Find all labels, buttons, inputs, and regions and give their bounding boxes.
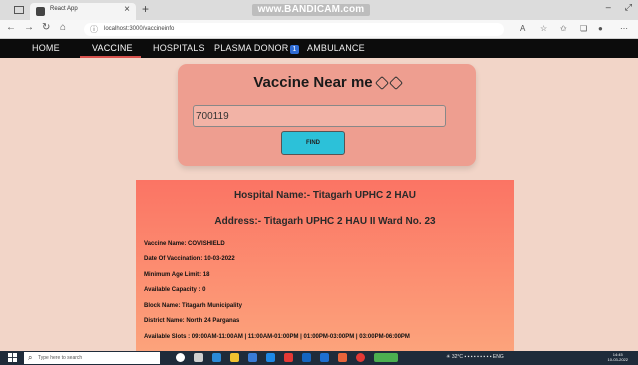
syringe-icon — [374, 75, 389, 91]
app-navbar: HOME VACCINE HOSPITALS PLASMA DONOR 1 AMB… — [0, 39, 638, 58]
browser-tab-bar: React App × + www.BANDICAM.com – ⤢ — [0, 0, 638, 20]
url-input[interactable]: ⓘ localhost:3000/vaccineinfo — [84, 23, 504, 36]
site-info-icon[interactable]: ⓘ — [90, 24, 98, 35]
nav-home[interactable]: HOME — [32, 43, 60, 53]
hospital-name: Hospital Name:- Titagarh UPHC 2 HAU — [233, 190, 417, 201]
search-title: Vaccine Near me — [253, 74, 373, 91]
search-heading: Vaccine Near me — [178, 74, 476, 91]
taskbar-clock[interactable]: 14:45 10-03-2022 — [608, 352, 628, 362]
vaccine-name: Vaccine Name: COVISHIELD — [144, 241, 225, 247]
word-icon[interactable] — [302, 353, 311, 362]
react-favicon-icon — [36, 7, 45, 16]
terminal-icon[interactable] — [374, 353, 398, 362]
url-text: localhost:3000/vaccineinfo — [104, 26, 175, 32]
edge-icon[interactable] — [212, 353, 221, 362]
find-button[interactable]: FIND — [281, 131, 345, 155]
available-slots: Available Slots : 09:00AM-11:00AM | 11:0… — [144, 334, 410, 340]
favorites-bar-icon[interactable]: ✩ — [560, 24, 567, 33]
address-bar: ← → ↻ ⌂ ⓘ localhost:3000/vaccineinfo A ☆… — [0, 20, 638, 39]
nav-hospitals[interactable]: HOSPITALS — [153, 43, 205, 53]
taskbar-search-input[interactable]: ⌕ Type here to search — [24, 352, 160, 364]
profile-icon[interactable]: ● — [598, 24, 603, 33]
chrome-icon[interactable] — [338, 353, 347, 362]
taskbar-search-placeholder: Type here to search — [38, 355, 83, 361]
maximize-icon[interactable]: ⤢ — [625, 2, 632, 13]
bandicam-watermark: www.BANDICAM.com — [252, 4, 370, 16]
browser-tab[interactable]: React App × — [30, 3, 136, 20]
task-view-icon[interactable] — [194, 353, 203, 362]
min-age-limit: Minimum Age Limit: 18 — [144, 272, 210, 278]
file-explorer-icon[interactable] — [230, 353, 239, 362]
store-icon[interactable] — [248, 353, 257, 362]
windows-start-icon[interactable] — [8, 353, 17, 362]
office-icon[interactable] — [284, 353, 293, 362]
vscode-icon[interactable] — [320, 353, 329, 362]
new-tab-icon[interactable]: + — [142, 2, 149, 16]
block-name: Block Name: Titagarh Municipality — [144, 303, 242, 309]
tray-icons[interactable]: ▪ ▪ ▪ ▪ ▪ ▪ ▪ ▪ ▪ — [464, 354, 491, 360]
minimize-icon[interactable]: – — [606, 2, 611, 13]
available-capacity: Available Capacity : 0 — [144, 287, 206, 293]
windows-taskbar: ⌕ Type here to search ☀ 32°C ▪ ▪ ▪ ▪ ▪ ▪… — [0, 351, 638, 365]
nav-plasma-donor-label: PLASMA DONOR — [214, 43, 289, 53]
hospital-address: Address:- Titagarh UPHC 2 HAU II Ward No… — [214, 216, 436, 227]
back-icon[interactable]: ← — [6, 22, 16, 33]
plasma-badge: 1 — [290, 45, 299, 54]
taskbar-app-icons — [176, 353, 398, 362]
close-tab-icon[interactable]: × — [124, 4, 130, 15]
bandicam-icon[interactable] — [356, 353, 365, 362]
read-aloud-icon[interactable]: A — [520, 24, 525, 33]
menu-icon[interactable]: ⋯ — [620, 24, 628, 33]
collections-icon[interactable]: ❏ — [580, 24, 587, 33]
nav-ambulance[interactable]: AMBULANCE — [307, 43, 365, 53]
system-tray: ☀ 32°C ▪ ▪ ▪ ▪ ▪ ▪ ▪ ▪ ▪ ENG — [446, 354, 504, 360]
window-menu-icon[interactable] — [14, 6, 24, 14]
tab-title: React App — [50, 6, 78, 12]
language-indicator[interactable]: ENG — [493, 354, 504, 360]
result-card: Hospital Name:- Titagarh UPHC 2 HAU Addr… — [136, 180, 514, 354]
favorite-icon[interactable]: ☆ — [540, 24, 547, 33]
window-controls: – ⤢ — [606, 2, 632, 13]
district-name: District Name: North 24 Parganas — [144, 318, 240, 324]
search-card: Vaccine Near me FIND — [178, 64, 476, 166]
forward-icon[interactable]: → — [24, 22, 34, 33]
weather-icon[interactable]: ☀ — [446, 354, 450, 360]
vaccination-date: Date Of Vaccination: 10-03-2022 — [144, 256, 235, 262]
refresh-icon[interactable]: ↻ — [42, 22, 50, 33]
clock-date: 10-03-2022 — [607, 357, 628, 362]
search-icon: ⌕ — [28, 353, 33, 362]
mail-icon[interactable] — [266, 353, 275, 362]
nav-vaccine[interactable]: VACCINE — [92, 43, 133, 53]
home-icon[interactable]: ⌂ — [60, 22, 66, 33]
pincode-input[interactable] — [193, 105, 446, 127]
temperature-text: 32°C — [451, 354, 464, 360]
active-nav-underline — [80, 56, 141, 58]
syringe-icon — [388, 75, 403, 91]
nav-plasma-donor[interactable]: PLASMA DONOR 1 — [214, 43, 299, 54]
cortana-icon[interactable] — [176, 353, 185, 362]
